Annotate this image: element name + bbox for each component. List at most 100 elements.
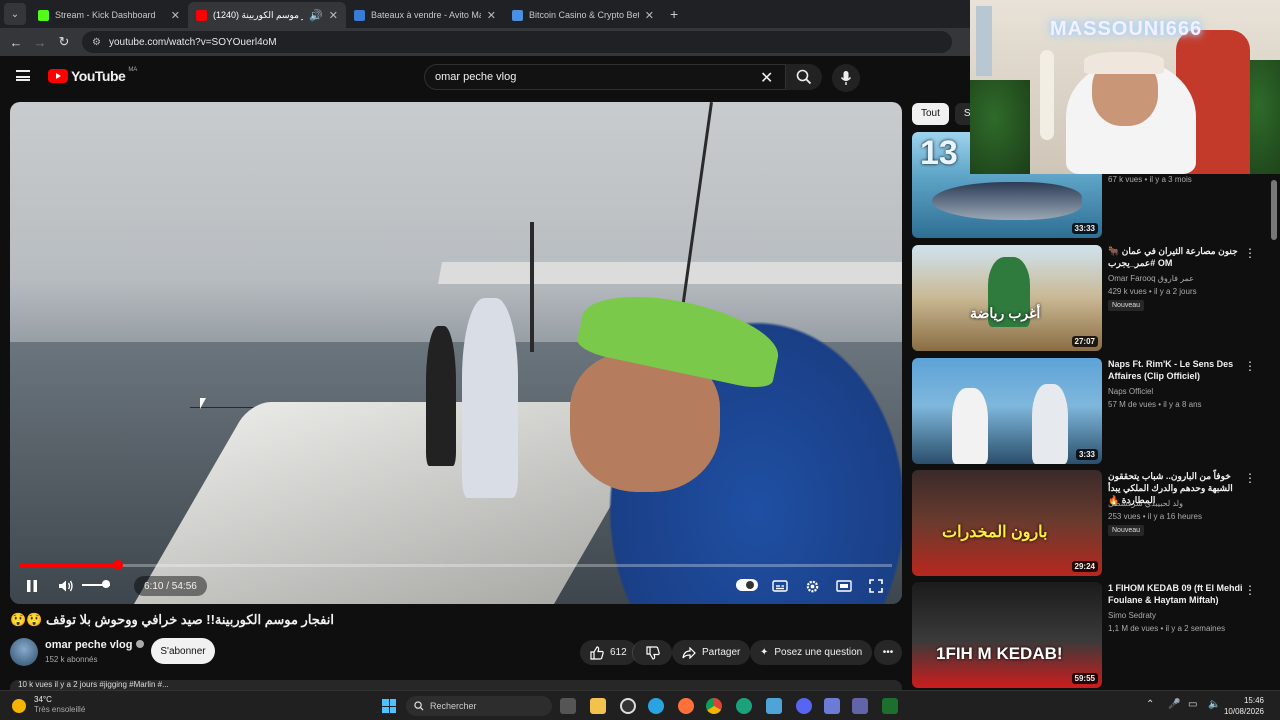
pause-icon (27, 580, 37, 592)
like-button[interactable]: 612 (580, 640, 637, 665)
firefox-icon[interactable] (678, 698, 694, 714)
progress-bar[interactable] (20, 560, 892, 570)
progress-scrubber[interactable] (112, 560, 123, 570)
tab-list-button[interactable]: ⌄ (4, 3, 26, 25)
speaker-icon[interactable]: 🔈 (1208, 699, 1220, 710)
edge-icon[interactable] (736, 698, 752, 714)
progress-played (20, 564, 118, 567)
tab-avito[interactable]: Bateaux à vendre - Avito Maroc ✕ (346, 2, 504, 28)
terminal-icon[interactable] (882, 698, 898, 714)
video-title: 1 FIHOM KEDAB 09 (ft El Mehdi Foulane & … (1108, 583, 1243, 605)
back-icon[interactable]: ← (4, 35, 28, 50)
youtube-header: YouTube MA omar peche vlog ✕ (0, 56, 970, 100)
taskbar-search[interactable]: Rechercher (406, 696, 552, 716)
tab-kick-dashboard[interactable]: Stream - Kick Dashboard ✕ (30, 2, 188, 28)
theater-mode-button[interactable] (834, 576, 854, 596)
reload-icon[interactable]: ↻ (52, 34, 76, 50)
video-duration: 59:55 (1071, 673, 1098, 684)
telegram-icon[interactable] (648, 698, 664, 714)
captions-icon (772, 580, 788, 592)
avito-icon (354, 9, 365, 21)
obs-icon[interactable] (620, 698, 636, 714)
system-tray-chevron-icon[interactable]: ⌃ (1146, 699, 1154, 710)
video-frame-fisher (462, 298, 518, 498)
tab-casino[interactable]: Bitcoin Casino & Crypto Betting ✕ (504, 2, 662, 28)
mute-button[interactable] (56, 576, 76, 596)
video-duration: 33:33 (1071, 223, 1098, 234)
discord-icon[interactable] (796, 698, 812, 714)
ask-label: Posez une question (774, 647, 863, 658)
windows-start-icon[interactable] (382, 699, 396, 713)
snipping-tool-icon[interactable] (824, 698, 840, 714)
video-duration: 27:07 (1071, 336, 1098, 347)
close-tab-icon[interactable]: ✕ (329, 9, 338, 22)
fullscreen-button[interactable] (866, 576, 886, 596)
mouse-cursor (200, 398, 206, 409)
video-player[interactable]: 6:10 / 54:56 (10, 102, 902, 604)
pause-button[interactable] (22, 576, 42, 596)
more-actions-button[interactable]: ••• (874, 640, 902, 665)
more-vertical-icon[interactable]: ⋮ (1244, 247, 1256, 259)
theater-icon (836, 580, 852, 592)
network-icon[interactable]: ▭ (1188, 699, 1197, 710)
video-thumbnail[interactable]: 3:33 (912, 358, 1102, 464)
close-tab-icon[interactable]: ✕ (645, 9, 654, 22)
casino-icon (512, 9, 523, 21)
channel-avatar[interactable] (10, 638, 38, 666)
image-viewer-icon[interactable] (766, 698, 782, 714)
webcam-wall-art (976, 6, 992, 76)
webcam-cap (1084, 52, 1164, 74)
subscribe-button[interactable]: S'abonner (151, 638, 215, 664)
more-vertical-icon[interactable]: ⋮ (1244, 360, 1256, 372)
channel-name: Simo Sedraty (1108, 611, 1157, 620)
tab-title: انفجار موسم الكوربينة (1240) (213, 9, 303, 20)
more-vertical-icon[interactable]: ⋮ (1244, 584, 1256, 596)
tab-youtube[interactable]: انفجار موسم الكوربينة (1240) 🔊 ✕ (188, 2, 346, 28)
video-thumbnail[interactable]: 1FIH M KEDAB! 59:55 (912, 582, 1102, 688)
video-thumbnail[interactable]: أغرب رياضة 27:07 (912, 245, 1102, 351)
video-title: انفجار موسم الكوربينة!! صيد خرافي ووحوش … (10, 612, 334, 627)
recommendation-item[interactable]: 3:33 Naps Ft. Rim'K - Le Sens Des Affair… (912, 358, 1270, 464)
subtitles-button[interactable] (770, 576, 790, 596)
share-button[interactable]: Partager (672, 640, 751, 665)
file-explorer-icon[interactable] (590, 698, 606, 714)
sidebar-scrollbar[interactable] (1271, 180, 1277, 240)
close-tab-icon[interactable]: ✕ (487, 9, 496, 22)
more-vertical-icon[interactable]: ⋮ (1244, 472, 1256, 484)
taskbar-clock[interactable]: 15:46 10/08/2026 (1224, 695, 1264, 717)
video-thumbnail[interactable]: بارون المخدرات 29:24 (912, 470, 1102, 576)
new-tab-icon[interactable]: + (670, 6, 678, 22)
task-view-icon[interactable] (560, 698, 576, 714)
recommendation-item[interactable]: 1FIH M KEDAB! 59:55 1 FIHOM KEDAB 09 (ft… (912, 582, 1270, 688)
recommendation-item[interactable]: بارون المخدرات 29:24 خوفاً من البارون.. … (912, 470, 1270, 576)
voice-search-button[interactable] (832, 64, 860, 92)
chip-all[interactable]: Tout (912, 103, 949, 125)
teams-icon[interactable] (852, 698, 868, 714)
tab-title: Stream - Kick Dashboard (55, 10, 156, 20)
streamer-name: MASSOUNI666 (1050, 18, 1203, 40)
close-tab-icon[interactable]: ✕ (171, 9, 180, 22)
settings-button[interactable] (802, 576, 822, 596)
recommendation-item[interactable]: أغرب رياضة 27:07 جنون مصارعة الثيران في … (912, 245, 1270, 351)
address-bar[interactable]: ⚙ youtube.com/watch?v=SOYOuerl4oM (82, 31, 952, 53)
channel-name: ولد لحبيبدي سرقسطل (1108, 499, 1183, 508)
weather-widget[interactable]: 34°C Très ensoleillé (34, 695, 85, 715)
forward-icon[interactable]: → (28, 35, 52, 50)
volume-knob[interactable] (101, 580, 110, 588)
video-frame-rod (530, 222, 534, 352)
dislike-button[interactable] (632, 640, 672, 665)
thumbnail-text: 13 (920, 134, 958, 172)
description-box[interactable]: 10 k vues il y a 2 jours #jigging #Marli… (10, 680, 902, 690)
search-button[interactable] (786, 64, 822, 90)
channel-name[interactable]: omar peche vlog (45, 639, 145, 651)
chrome-icon[interactable] (706, 698, 722, 714)
site-info-icon[interactable]: ⚙ (92, 37, 101, 48)
clear-search-icon[interactable]: ✕ (760, 68, 773, 88)
menu-icon[interactable] (16, 70, 30, 81)
audio-icon[interactable]: 🔊 (309, 9, 323, 22)
search-input[interactable]: omar peche vlog (424, 64, 786, 90)
autoplay-toggle[interactable] (736, 579, 758, 591)
youtube-logo[interactable]: YouTube MA (48, 67, 137, 84)
microphone-tray-icon[interactable]: 🎤 (1168, 699, 1180, 710)
ask-question-button[interactable]: ✦ Posez une question (750, 640, 873, 665)
